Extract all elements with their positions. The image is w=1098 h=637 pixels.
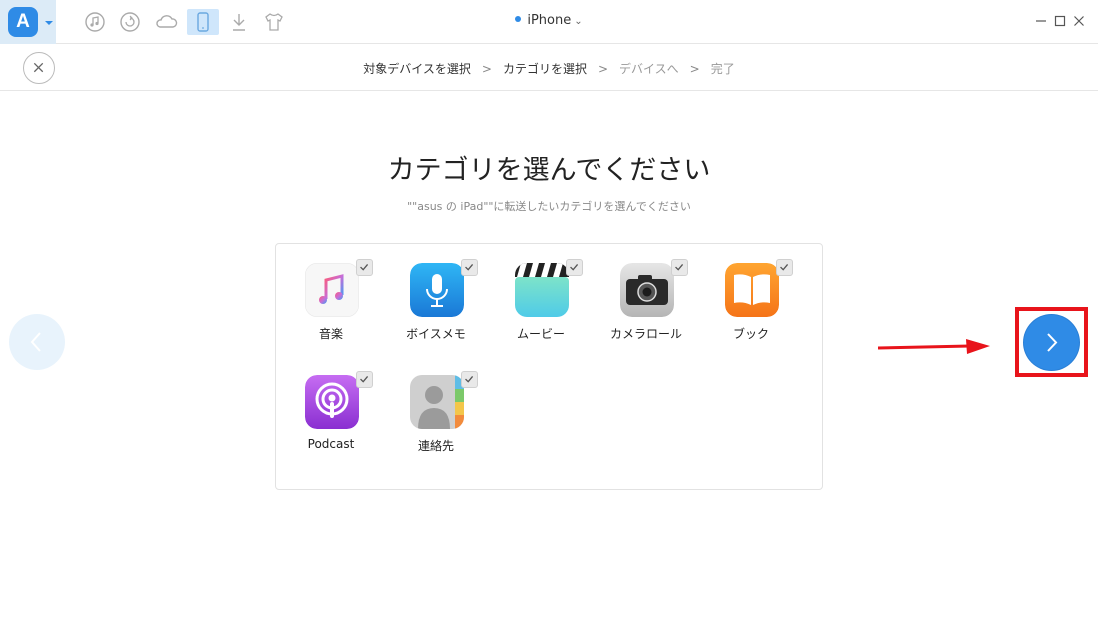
close-icon[interactable] (1072, 14, 1086, 28)
checkmark-icon (465, 263, 474, 271)
category-checkbox[interactable] (461, 371, 478, 388)
checkmark-icon (780, 263, 789, 271)
category-label: ボイスメモ (406, 327, 466, 341)
category-checkbox[interactable] (356, 259, 373, 276)
category-checkbox[interactable] (671, 259, 688, 276)
category-label: ブック (732, 327, 769, 341)
breadcrumb-step: 完了 (710, 62, 735, 76)
checkmark-icon (675, 263, 684, 271)
breadcrumb: 対象デバイスを選択 > カテゴリを選択 > デバイスへ > 完了 (0, 60, 1098, 77)
title-bar: A iPhone ⌄ (0, 0, 1098, 44)
category-item-movie[interactable]: ムービー (491, 257, 591, 357)
category-label: Podcast (307, 437, 355, 451)
podcast-icon (305, 375, 359, 429)
category-label: カメラロール (609, 327, 682, 341)
checkmark-icon (570, 263, 579, 271)
device-selector[interactable]: iPhone ⌄ (0, 13, 1098, 28)
books-icon (725, 263, 779, 317)
step-bar: 対象デバイスを選択 > カテゴリを選択 > デバイスへ > 完了 (0, 44, 1098, 91)
category-label: 音楽 (318, 327, 343, 341)
category-item-books[interactable]: ブック (701, 257, 801, 357)
next-button[interactable] (1024, 315, 1079, 370)
checkmark-icon (360, 375, 369, 383)
breadcrumb-step: カテゴリを選択 (502, 62, 587, 76)
annotation-arrow (878, 339, 990, 354)
category-checkbox[interactable] (776, 259, 793, 276)
device-name: iPhone (527, 13, 572, 28)
camera-icon (620, 263, 674, 317)
chevron-left-icon (30, 332, 41, 352)
page-title: カテゴリを選んでください (387, 155, 711, 186)
chevron-right-icon (1047, 333, 1058, 352)
connection-dot (515, 15, 522, 22)
category-item-podcast[interactable]: Podcast (281, 369, 381, 469)
maximize-icon[interactable] (1053, 14, 1067, 28)
chevron-down-icon: ⌄ (574, 16, 583, 27)
music-app-icon (305, 263, 359, 317)
category-label: 連絡先 (417, 439, 454, 453)
page-subtitle: ""asus の iPad""に転送したいカテゴリを選んでください (407, 200, 691, 213)
breadcrumb-separator: > (481, 62, 492, 76)
category-item-voice-memo[interactable]: ボイスメモ (386, 257, 486, 357)
breadcrumb-step: 対象デバイスを選択 (363, 62, 471, 76)
category-checkbox[interactable] (566, 259, 583, 276)
category-checkbox[interactable] (461, 259, 478, 276)
category-item-camera-roll[interactable]: カメラロール (596, 257, 696, 357)
category-item-music[interactable]: 音楽 (281, 257, 381, 357)
category-item-contacts[interactable]: 連絡先 (386, 369, 486, 469)
category-checkbox[interactable] (356, 371, 373, 388)
contacts-icon (410, 375, 464, 429)
category-panel: 音楽 ボイスメモ ムービー カメラロール ブック Podcast 連絡先 (275, 243, 823, 490)
breadcrumb-step: デバイスへ (619, 62, 679, 76)
breadcrumb-separator: > (689, 62, 700, 76)
checkmark-icon (360, 263, 369, 271)
category-label: ムービー (516, 327, 565, 341)
breadcrumb-separator: > (597, 62, 609, 76)
voice-memo-icon (410, 263, 464, 317)
minimize-icon[interactable] (1034, 14, 1048, 28)
movie-clapper-icon (515, 263, 569, 317)
previous-button[interactable] (9, 314, 65, 370)
checkmark-icon (465, 375, 474, 383)
